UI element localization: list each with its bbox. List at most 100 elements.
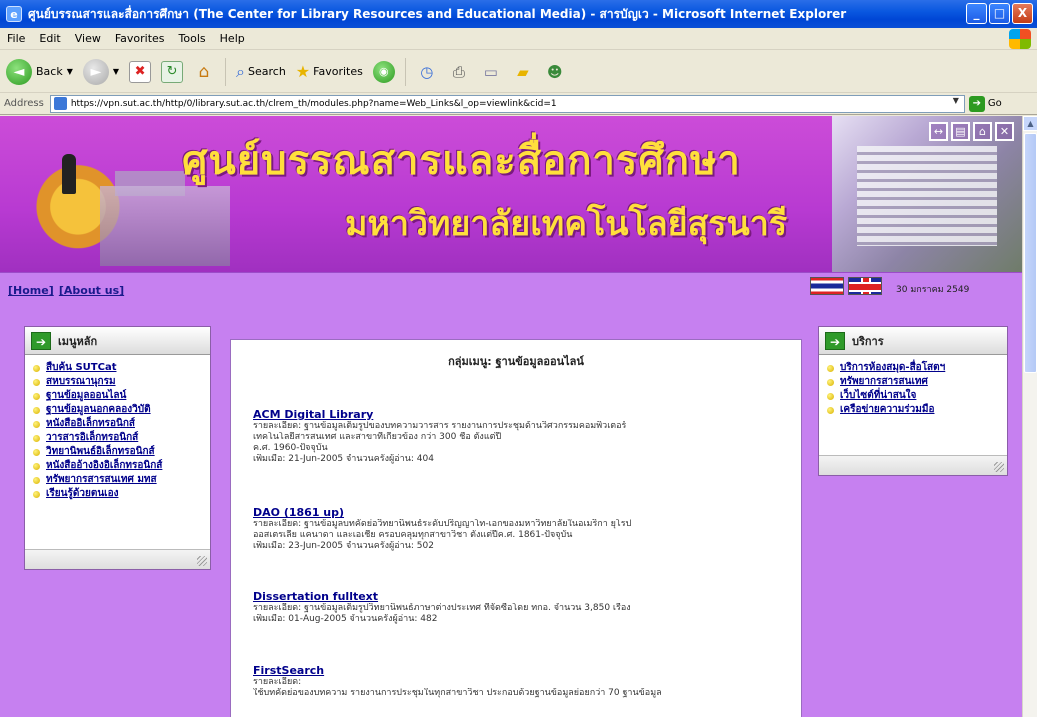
entry-description: ค.ศ. 1960-ปัจจุบัน	[253, 443, 328, 453]
maximize-button[interactable]: □	[989, 3, 1010, 24]
forward-dropdown-icon[interactable]: ▼	[113, 67, 119, 76]
go-arrow-icon: ➔	[968, 95, 985, 112]
vertical-scrollbar[interactable]: ▲	[1022, 116, 1037, 717]
menu-link-external-databases[interactable]: ฐานข้อมูลนอกคลองวิบัติ	[46, 403, 151, 417]
search-icon: ⌕	[236, 61, 245, 81]
entry-description: รายละเอียด:	[253, 677, 302, 687]
history-icon[interactable]: ◷	[416, 61, 438, 83]
address-input[interactable]: https://vpn.sut.ac.th/http/0/library.sut…	[49, 94, 965, 113]
service-link-websites[interactable]: เว็บไซต์ที่น่าสนใจ	[840, 389, 916, 403]
uk-flag-icon[interactable]	[848, 277, 882, 295]
toolbar: ◄ Back ▼ ► ▼ ✖ ↻ ⌂ ⌕ Search ★ Favorites …	[0, 51, 1037, 93]
list-item: หนังสืออิเล็กทรอนิกส์	[33, 417, 202, 431]
entry-description: เทคโนโลยีสารสนเทศ และสาขาที่เกี่ยวข้อง ก…	[253, 432, 502, 442]
link-entry: FirstSearch รายละเอียด: ใช้บทคัดย่อของบท…	[253, 664, 793, 699]
bullet-icon	[33, 420, 40, 428]
menu-file[interactable]: File	[0, 32, 32, 45]
close-icon[interactable]: ✕	[995, 122, 1014, 141]
menu-link-union-catalog[interactable]: สหบรรณานุกรม	[46, 375, 116, 389]
back-button[interactable]: ◄ Back ▼	[6, 58, 73, 85]
address-bar: Address https://vpn.sut.ac.th/http/0/lib…	[0, 93, 1037, 115]
box-footer	[819, 455, 1007, 475]
box-footer	[25, 549, 210, 569]
list-item: เรียนรู้ด้วยตนเอง	[33, 487, 202, 501]
refresh-icon[interactable]: ↻	[161, 60, 184, 83]
favorites-label: Favorites	[313, 65, 363, 78]
bullet-icon	[33, 434, 40, 442]
forward-button[interactable]: ► ▼	[82, 58, 119, 85]
back-dropdown-icon[interactable]: ▼	[67, 67, 73, 76]
media-icon[interactable]: ◉	[372, 60, 395, 83]
about-link[interactable]: [About us]	[59, 284, 124, 297]
print-icon[interactable]: ⎙	[448, 61, 470, 83]
list-item: ฐานข้อมูลออนไลน์	[33, 389, 202, 403]
menu-link-ebooks[interactable]: หนังสืออิเล็กทรอนิกส์	[46, 417, 135, 431]
arrow-right-icon: ➔	[825, 331, 845, 350]
go-label: Go	[987, 98, 1002, 109]
bullet-icon	[33, 462, 40, 470]
address-dropdown-icon[interactable]: ▼	[949, 96, 963, 112]
link-title[interactable]: FirstSearch	[253, 664, 793, 677]
thai-flag-icon[interactable]	[810, 277, 844, 295]
bullet-icon	[33, 448, 40, 456]
entry-meta: เพิ่มเมื่อ: 23-Jun-2005 จำนวนครั้งผู้อ่า…	[253, 541, 434, 551]
entry-description: รายละเอียด: ฐานข้อมูลเต็มรูปวิทยานิพนธ์ภ…	[253, 603, 631, 613]
messenger-icon[interactable]: ☻	[544, 61, 566, 83]
search-button[interactable]: ⌕ Search	[236, 62, 286, 82]
bullet-icon	[33, 364, 40, 372]
favorites-button[interactable]: ★ Favorites	[296, 62, 363, 81]
folder-icon[interactable]: ▰	[512, 61, 534, 83]
sitemap-icon[interactable]: ▤	[951, 122, 970, 141]
link-entry: ACM Digital Library รายละเอียด: ฐานข้อมู…	[253, 408, 793, 465]
address-label: Address	[4, 98, 44, 109]
service-link-library[interactable]: บริการห้องสมุด-สื่อโสตฯ	[840, 361, 945, 375]
entry-meta: เพิ่มเมื่อ: 21-Jun-2005 จำนวนครั้งผู้อ่า…	[253, 454, 434, 464]
resize-grip-icon[interactable]	[197, 556, 207, 566]
resize-grip-icon[interactable]	[994, 462, 1004, 472]
menu-tools[interactable]: Tools	[172, 32, 213, 45]
home-link[interactable]: [Home]	[8, 284, 54, 297]
bullet-icon	[33, 490, 40, 498]
menu-link-online-databases[interactable]: ฐานข้อมูลออนไลน์	[46, 389, 126, 403]
main-menu-header: ➔ เมนูหลัก	[25, 327, 210, 355]
edit-icon[interactable]: ▭	[480, 61, 502, 83]
nav-row: [Home] [About us] 30 มกราคม 2549	[0, 272, 1022, 300]
home-icon[interactable]: ⌂	[973, 122, 992, 141]
bullet-icon	[827, 378, 834, 386]
close-button[interactable]: X	[1012, 3, 1033, 24]
menu-link-ereference[interactable]: หนังสืออ้างอิงอิเล็กทรอนิกส์	[46, 459, 162, 473]
main-content: กลุ่มเมนู: ฐานข้อมูลออนไลน์ ACM Digital …	[230, 339, 802, 717]
menu-link-sut-resources[interactable]: ทรัพยากรสารสนเทศ มทส	[46, 473, 157, 487]
home-icon[interactable]: ⌂	[193, 61, 215, 83]
service-link-network[interactable]: เครือข่ายความร่วมมือ	[840, 403, 934, 417]
address-url: https://vpn.sut.ac.th/http/0/library.sut…	[70, 98, 557, 109]
menu-help[interactable]: Help	[213, 32, 252, 45]
list-item: ทรัพยากรสารสนเทศ มทส	[33, 473, 202, 487]
stop-icon[interactable]: ✖	[129, 60, 152, 83]
current-date: 30 มกราคม 2549	[896, 285, 970, 295]
minimize-button[interactable]: _	[966, 3, 987, 24]
menu-view[interactable]: View	[68, 32, 108, 45]
menu-link-sutcat[interactable]: สืบค้น SUTCat	[46, 361, 116, 375]
scrollbar-thumb[interactable]	[1024, 133, 1037, 373]
main-menu-box: ➔ เมนูหลัก สืบค้น SUTCat สหบรรณานุกรม ฐา…	[24, 326, 211, 570]
menu-link-self-learning[interactable]: เรียนรู้ด้วยตนเอง	[46, 487, 118, 501]
menu-edit[interactable]: Edit	[32, 32, 67, 45]
banner-subtitle: มหาวิทยาลัยเทคโนโลยีสุรนารี	[345, 204, 788, 244]
window-title: ศูนย์บรรณสารและสื่อการศึกษา (The Center …	[28, 6, 847, 21]
expand-icon[interactable]: ↔	[929, 122, 948, 141]
link-title[interactable]: Dissertation fulltext	[253, 590, 793, 603]
back-arrow-icon: ◄	[6, 58, 32, 85]
scroll-up-icon[interactable]: ▲	[1023, 116, 1037, 131]
menu-favorites[interactable]: Favorites	[108, 32, 172, 45]
list-item: ฐานข้อมูลนอกคลองวิบัติ	[33, 403, 202, 417]
windows-logo-icon	[1009, 29, 1031, 49]
go-button[interactable]: ➔ Go	[968, 95, 1002, 112]
menu-link-etheses[interactable]: วิทยานิพนธ์อิเล็กทรอนิกส์	[46, 445, 155, 459]
service-link-resources[interactable]: ทรัพยากรสารสนเทศ	[840, 375, 928, 389]
link-title[interactable]: ACM Digital Library	[253, 408, 793, 421]
link-title[interactable]: DAO (1861 up)	[253, 506, 793, 519]
list-item: เว็บไซต์ที่น่าสนใจ	[827, 389, 999, 403]
menu-link-ejournals[interactable]: วารสารอิเล็กทรอนิกส์	[46, 431, 138, 445]
star-icon: ★	[295, 62, 311, 81]
